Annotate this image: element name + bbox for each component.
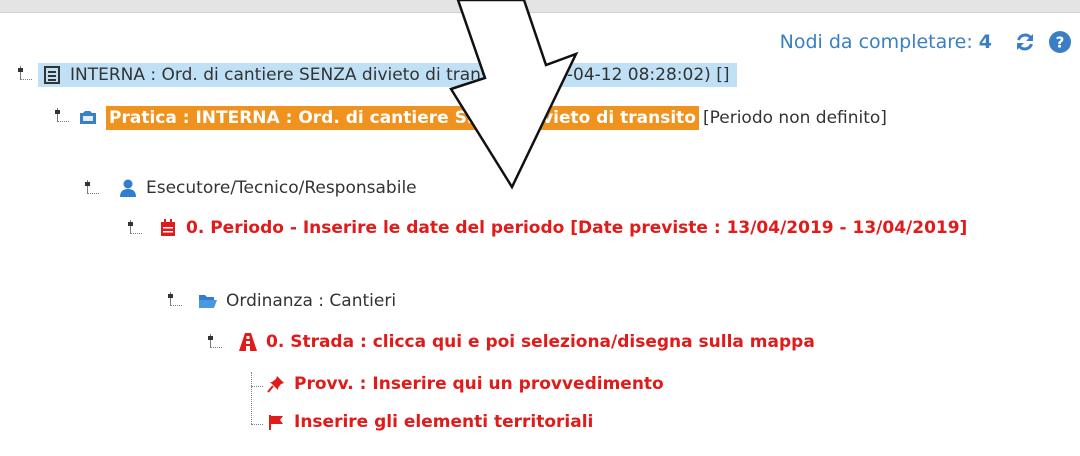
arrow-annotation xyxy=(449,0,579,190)
